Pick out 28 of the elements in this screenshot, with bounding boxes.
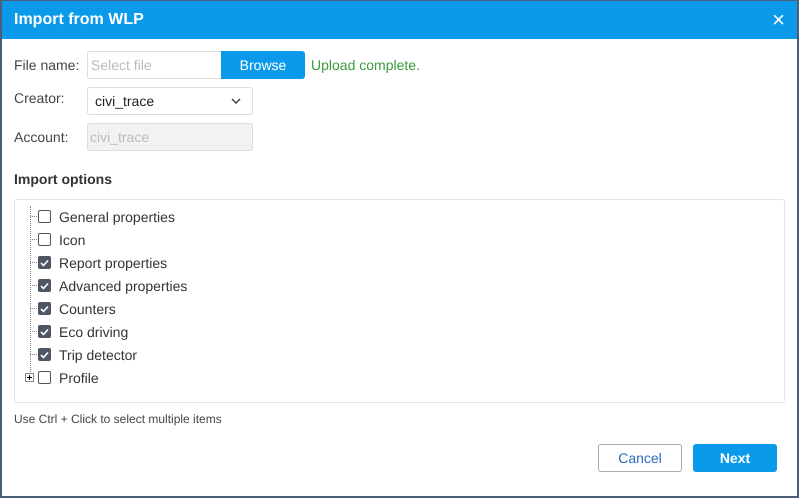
option-label[interactable]: General properties	[59, 208, 175, 224]
option-label[interactable]: Eco driving	[59, 324, 128, 340]
option-label[interactable]: Icon	[59, 232, 86, 248]
field-label: File name:	[14, 57, 80, 73]
option-label[interactable]: Trip detector	[59, 346, 138, 362]
checkbox[interactable]	[38, 325, 51, 338]
checkbox[interactable]	[38, 210, 51, 223]
checkbox[interactable]	[38, 256, 51, 269]
expand-icon[interactable]	[25, 373, 34, 382]
hint-text: Use Ctrl + Click to select multiple items	[14, 412, 223, 426]
option-label[interactable]: Profile	[59, 370, 99, 386]
chevron-down-icon	[231, 98, 241, 104]
checkbox[interactable]	[38, 279, 51, 292]
file-field[interactable]: Select file	[87, 51, 221, 79]
option-label[interactable]: Advanced properties	[59, 278, 188, 294]
creator-dropdown[interactable]: civi_trace	[87, 87, 253, 115]
window-title: Import from WLP	[14, 11, 144, 29]
checkbox[interactable]	[38, 302, 51, 315]
field-label: Account:	[14, 129, 70, 145]
option-label[interactable]: Report properties	[59, 254, 168, 270]
section-title: Import options	[14, 171, 113, 187]
checkbox[interactable]	[38, 371, 51, 384]
option-label[interactable]: Counters	[59, 300, 116, 316]
field-label: Creator:	[14, 89, 66, 106]
upload-status: Upload complete.	[311, 57, 420, 73]
checkbox[interactable]	[38, 348, 51, 361]
checkbox[interactable]	[38, 233, 51, 246]
cancel-button[interactable]: Cancel	[598, 444, 682, 472]
